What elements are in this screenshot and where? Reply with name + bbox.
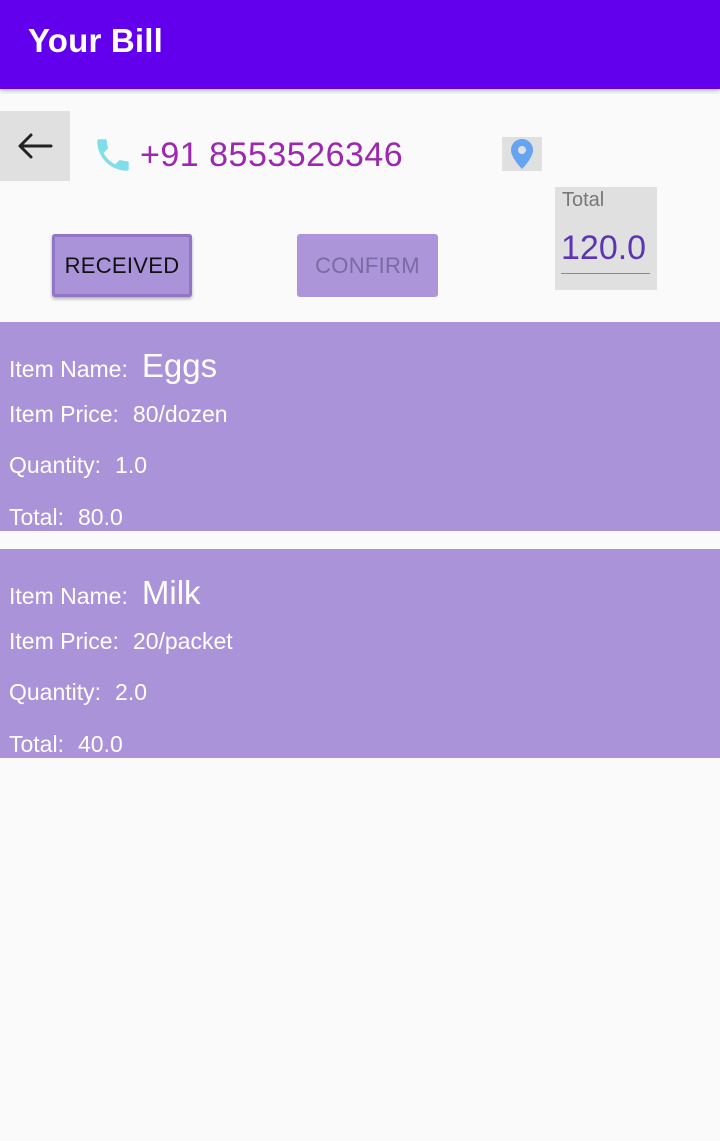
- item-name-row: Item Name: Milk: [9, 574, 201, 612]
- item-name-value: Milk: [141, 574, 201, 611]
- phone-number[interactable]: +91 8553526346: [140, 136, 403, 175]
- total-field-underline: [561, 273, 650, 274]
- item-price-value: 80/dozen: [132, 401, 228, 427]
- item-price-value: 20/packet: [132, 628, 233, 654]
- item-price-row: Item Price: 80/dozen: [9, 401, 228, 428]
- item-total-value: 80.0: [77, 504, 123, 530]
- item-total-label: Total:: [9, 504, 64, 530]
- item-price-row: Item Price: 20/packet: [9, 628, 233, 655]
- item-total-row: Total: 80.0: [9, 504, 123, 531]
- total-field-value[interactable]: 120.0: [561, 229, 646, 268]
- quantity-row: Quantity: 1.0: [9, 452, 147, 479]
- item-price-label: Item Price:: [9, 628, 119, 654]
- location-pin-icon: [511, 139, 533, 169]
- quantity-label: Quantity:: [9, 452, 102, 478]
- received-button[interactable]: RECEIVED: [52, 234, 192, 297]
- item-name-label: Item Name:: [9, 356, 128, 382]
- quantity-value: 1.0: [115, 452, 148, 478]
- total-field[interactable]: Total 120.0: [555, 187, 657, 290]
- arrow-left-icon: [18, 133, 53, 159]
- quantity-row: Quantity: 2.0: [9, 679, 147, 706]
- item-name-row: Item Name: Eggs: [9, 347, 217, 385]
- quantity-value: 2.0: [115, 679, 148, 705]
- item-total-value: 40.0: [77, 731, 123, 757]
- item-name-value: Eggs: [141, 347, 218, 384]
- total-field-label: Total: [562, 189, 605, 211]
- app-bar: Your Bill: [0, 0, 720, 89]
- item-name-label: Item Name:: [9, 583, 128, 609]
- location-button[interactable]: [502, 137, 542, 171]
- quantity-label: Quantity:: [9, 679, 102, 705]
- item-total-row: Total: 40.0: [9, 731, 123, 758]
- confirm-button[interactable]: CONFIRM: [297, 234, 438, 297]
- bill-item-card: Item Name: Milk Item Price: 20/packet Quan…: [0, 549, 720, 758]
- bill-item-card: Item Name: Eggs Item Price: 80/dozen Quant…: [0, 322, 720, 531]
- item-total-label: Total:: [9, 731, 64, 757]
- page-title: Your Bill: [28, 22, 164, 59]
- phone-icon[interactable]: [92, 134, 134, 176]
- item-price-label: Item Price:: [9, 401, 119, 427]
- back-button[interactable]: [0, 111, 70, 181]
